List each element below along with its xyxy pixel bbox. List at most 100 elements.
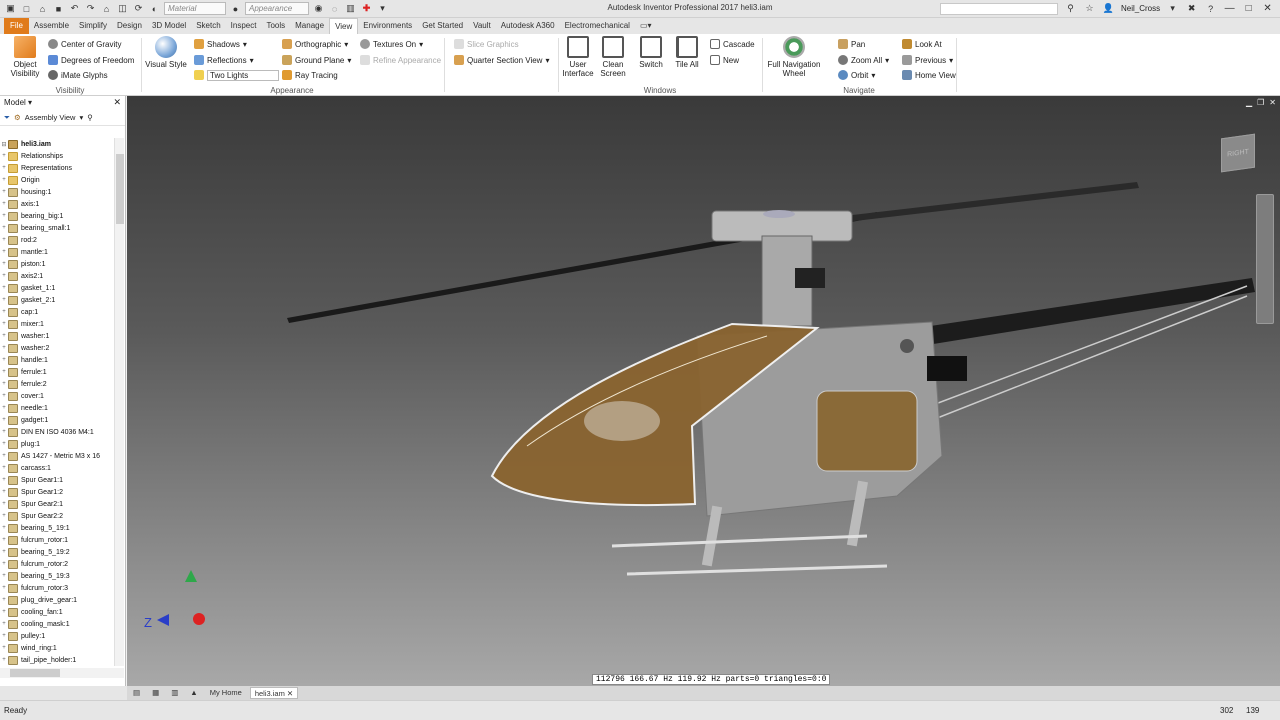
tab-assemble[interactable]: Assemble: [29, 18, 74, 34]
tab-heli3[interactable]: heli3.iam ✕: [249, 687, 299, 699]
tree-item[interactable]: + Spur Gear1:2: [0, 486, 114, 498]
tree-item[interactable]: + rod:2: [0, 234, 114, 246]
tabs-menu-icon[interactable]: ▲: [186, 687, 201, 699]
tile-vertical-icon[interactable]: ▥: [167, 687, 182, 699]
adjust-icon[interactable]: ◉: [312, 2, 325, 15]
look-at-button[interactable]: Look At: [902, 38, 942, 50]
tree-item[interactable]: + bearing_small:1: [0, 222, 114, 234]
expand-icon[interactable]: +: [0, 405, 8, 411]
expand-icon[interactable]: +: [0, 453, 8, 459]
expand-icon[interactable]: +: [0, 549, 8, 555]
tab-view[interactable]: View: [329, 18, 359, 34]
expand-icon[interactable]: +: [0, 525, 8, 531]
expand-icon[interactable]: +: [0, 609, 8, 615]
scroll-thumb[interactable]: [10, 669, 60, 677]
update-icon[interactable]: ⟳: [132, 2, 145, 15]
ground-plane-button[interactable]: Ground Plane ▾: [282, 54, 351, 66]
expand-icon[interactable]: +: [0, 333, 8, 339]
maximize-icon[interactable]: □: [1242, 2, 1255, 15]
tab-sketch[interactable]: Sketch: [191, 18, 225, 34]
expand-icon[interactable]: +: [0, 657, 8, 663]
expand-icon[interactable]: +: [0, 561, 8, 567]
tree-item[interactable]: + washer:1: [0, 330, 114, 342]
tree-item[interactable]: + Spur Gear2:2: [0, 510, 114, 522]
tab-manage[interactable]: Manage: [290, 18, 329, 34]
tree-item[interactable]: + bearing_5_19:2: [0, 546, 114, 558]
tree-item[interactable]: + gasket_2:1: [0, 294, 114, 306]
material-combo[interactable]: Material: [164, 2, 226, 15]
tree-item[interactable]: + cover:1: [0, 390, 114, 402]
expand-icon[interactable]: +: [0, 369, 8, 375]
select-icon[interactable]: ◫: [116, 2, 129, 15]
viewcube[interactable]: RIGHT: [1221, 133, 1255, 173]
expand-icon[interactable]: +: [0, 237, 8, 243]
helicopter-model[interactable]: Z: [127, 96, 1280, 686]
tree-item[interactable]: + housing:1: [0, 186, 114, 198]
view-selector[interactable]: Assembly View: [25, 113, 76, 122]
user-icon[interactable]: 👤: [1102, 2, 1115, 15]
undo-icon[interactable]: ↶: [68, 2, 81, 15]
tree-item[interactable]: + cooling_mask:1: [0, 618, 114, 630]
tree-item[interactable]: + cap:1: [0, 306, 114, 318]
view-dropdown-arrow-icon[interactable]: ▾: [79, 113, 83, 122]
tab-simplify[interactable]: Simplify: [74, 18, 112, 34]
expand-icon[interactable]: +: [0, 357, 8, 363]
tree-root[interactable]: ⊟ heli3.iam: [0, 138, 114, 150]
tab-tools[interactable]: Tools: [261, 18, 290, 34]
full-navigation-wheel-button[interactable]: Full Navigation Wheel: [764, 36, 824, 78]
add-icon[interactable]: ✚: [360, 2, 373, 15]
user-interface-button[interactable]: User Interface: [560, 36, 596, 78]
viewport-minimize-icon[interactable]: ▁: [1246, 98, 1252, 107]
clear-icon[interactable]: ◌: [328, 2, 341, 15]
navigation-bar[interactable]: [1256, 194, 1274, 324]
tree-item[interactable]: + plug:1: [0, 438, 114, 450]
expand-icon[interactable]: +: [0, 417, 8, 423]
user-name[interactable]: Neil_Cross: [1121, 4, 1160, 13]
home-icon[interactable]: ⌂: [100, 2, 113, 15]
imate-glyphs-button[interactable]: iMate Glyphs: [48, 69, 108, 81]
model-browser-title[interactable]: Model ▾: [4, 98, 32, 107]
expand-icon[interactable]: +: [0, 585, 8, 591]
expand-icon[interactable]: +: [0, 477, 8, 483]
expand-icon[interactable]: +: [0, 393, 8, 399]
tab-electromechanical[interactable]: Electromechanical: [560, 18, 635, 34]
visual-style-button[interactable]: Visual Style: [144, 36, 188, 69]
tile-grid-icon[interactable]: ▦: [148, 687, 163, 699]
appearance-combo[interactable]: Appearance: [245, 2, 309, 15]
tree-item[interactable]: + piston:1: [0, 258, 114, 270]
tree-item[interactable]: + axis:1: [0, 198, 114, 210]
tree-item[interactable]: + pulley:1: [0, 630, 114, 642]
home-view-button[interactable]: Home View: [902, 69, 956, 81]
app-menu-icon[interactable]: ▣: [4, 2, 17, 15]
slice-graphics-button[interactable]: Slice Graphics: [454, 38, 519, 50]
expand-icon[interactable]: +: [0, 429, 8, 435]
measure-icon[interactable]: ▥: [344, 2, 357, 15]
orthographic-button[interactable]: Orthographic ▾: [282, 38, 348, 50]
expand-icon[interactable]: +: [0, 345, 8, 351]
quarter-section-view-button[interactable]: Quarter Section View ▾: [454, 54, 549, 66]
tab-3d-model[interactable]: 3D Model: [147, 18, 191, 34]
binoculars-icon[interactable]: ⚲: [87, 113, 93, 122]
tree-item[interactable]: + ferrule:1: [0, 366, 114, 378]
tree-item[interactable]: + handle:1: [0, 354, 114, 366]
zoom-all-button[interactable]: Zoom All ▾: [838, 54, 889, 66]
expand-icon[interactable]: +: [0, 537, 8, 543]
expand-icon[interactable]: +: [0, 441, 8, 447]
tree-item[interactable]: + Spur Gear1:1: [0, 474, 114, 486]
filter-icon[interactable]: ⏷: [4, 113, 10, 123]
new-window-button[interactable]: New: [710, 54, 739, 66]
user-menu-arrow-icon[interactable]: ▾: [1166, 2, 1179, 15]
expand-icon[interactable]: +: [0, 297, 8, 303]
tab-design[interactable]: Design: [112, 18, 147, 34]
tree-item[interactable]: + axis2:1: [0, 270, 114, 282]
close-tab-icon[interactable]: ✕: [287, 689, 293, 698]
tree-item[interactable]: + bearing_big:1: [0, 210, 114, 222]
reflections-button[interactable]: Reflections ▾: [194, 54, 254, 66]
minimize-icon[interactable]: —: [1223, 2, 1236, 15]
clean-screen-button[interactable]: Clean Screen: [596, 36, 630, 78]
expand-icon[interactable]: +: [0, 273, 8, 279]
star-icon[interactable]: ☆: [1083, 2, 1096, 15]
expand-icon[interactable]: +: [0, 261, 8, 267]
tree-item[interactable]: + plug_drive_gear:1: [0, 594, 114, 606]
pan-button[interactable]: Pan: [838, 38, 865, 50]
